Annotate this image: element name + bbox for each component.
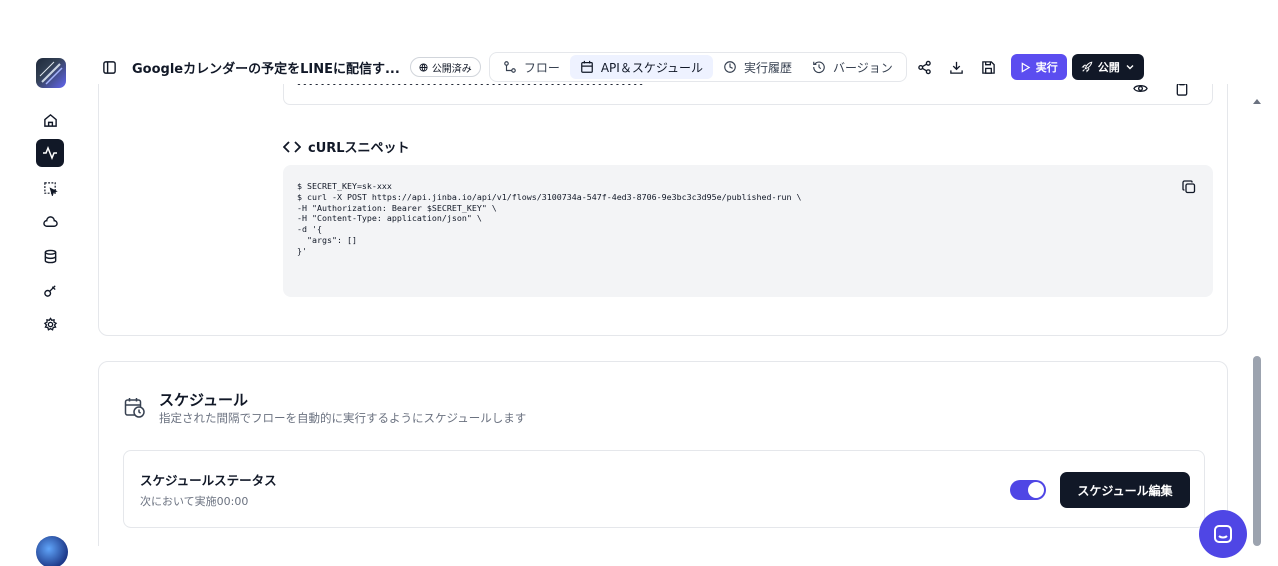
download-icon	[950, 61, 964, 74]
run-button-label: 実行	[1035, 61, 1058, 74]
schedule-status-box: スケジュールステータス 次において実施00:00 スケジュール編集	[123, 450, 1205, 528]
schedule-toggle[interactable]	[1010, 480, 1046, 500]
support-chat-button[interactable]	[1199, 510, 1247, 558]
key-icon[interactable]	[36, 276, 64, 304]
rocket-icon	[1081, 61, 1093, 73]
secret-key-value: ••••••••••••••••••••••••••••••••••••••••…	[296, 84, 645, 90]
save-button[interactable]	[975, 53, 1003, 81]
calendar-icon	[580, 60, 593, 73]
scrollbar-thumb[interactable]	[1253, 356, 1261, 546]
play-icon	[1021, 61, 1031, 73]
tab-flow-label: フロー	[523, 60, 560, 75]
tab-api-schedule[interactable]: API＆スケジュール	[569, 55, 713, 79]
copy-icon	[1182, 180, 1196, 194]
curl-heading: cURLスニペット	[283, 137, 410, 156]
run-button[interactable]: 実行	[1010, 54, 1067, 80]
edit-schedule-button[interactable]: スケジュール編集	[1060, 472, 1190, 508]
user-avatar[interactable]	[36, 536, 68, 566]
tab-run-history[interactable]: 実行履歴	[713, 55, 802, 79]
app-logo[interactable]	[36, 58, 66, 88]
secret-key-field[interactable]: ••••••••••••••••••••••••••••••••••••••••…	[283, 84, 1213, 105]
schedule-title: スケジュール	[159, 391, 248, 409]
top-bar: Googleカレンダーの予定をLINEに配信す... 公開済み フロー API＆…	[90, 50, 1260, 84]
tab-flow[interactable]: フロー	[493, 55, 570, 79]
publish-button-label: 公開	[1097, 61, 1120, 74]
app-window: Googleカレンダーの予定をLINEに配信す... 公開済み フロー API＆…	[0, 0, 1278, 566]
schedule-status-title: スケジュールステータス	[140, 473, 277, 488]
curl-code: $ SECRET_KEY=sk-xxx $ curl -X POST https…	[297, 181, 802, 256]
schedule-description: 指定された間隔でフローを自動的に実行するようにスケジュールします	[159, 411, 527, 425]
view-tabs: フロー API＆スケジュール 実行履歴 バージョン	[488, 52, 907, 82]
clipboard-icon	[1176, 84, 1188, 96]
copy-secret-button[interactable]	[1170, 84, 1194, 100]
globe-icon	[419, 62, 428, 72]
chevron-down-icon	[1126, 65, 1134, 70]
activity-icon[interactable]	[36, 139, 64, 167]
published-badge-label: 公開済み	[431, 63, 472, 75]
api-card: ••••••••••••••••••••••••••••••••••••••••…	[98, 84, 1228, 336]
copy-code-button[interactable]	[1179, 177, 1199, 197]
left-sidebar	[22, 50, 78, 566]
home-icon[interactable]	[36, 106, 64, 134]
flow-icon	[503, 61, 516, 73]
save-icon	[982, 60, 996, 74]
schedule-next-run: 次において実施00:00	[140, 495, 249, 508]
curl-code-block: $ SECRET_KEY=sk-xxx $ curl -X POST https…	[283, 165, 1213, 297]
publish-button[interactable]: 公開	[1071, 54, 1144, 80]
tab-api-schedule-label: API＆スケジュール	[600, 60, 703, 75]
eye-icon	[1132, 84, 1148, 92]
share-button[interactable]	[911, 53, 939, 81]
settings-icon[interactable]	[36, 310, 64, 338]
select-icon[interactable]	[36, 174, 64, 202]
history-icon	[813, 61, 825, 74]
main-content: ••••••••••••••••••••••••••••••••••••••••…	[90, 84, 1248, 546]
share-icon	[918, 60, 932, 74]
tab-run-history-label: 実行履歴	[743, 60, 792, 75]
calendar-clock-icon	[123, 396, 147, 420]
published-badge: 公開済み	[409, 57, 481, 77]
flow-title[interactable]: Googleカレンダーの予定をLINEに配信す...	[132, 58, 400, 77]
show-secret-button[interactable]	[1128, 84, 1152, 100]
tab-versions[interactable]: バージョン	[802, 55, 903, 79]
database-icon[interactable]	[36, 242, 64, 270]
tab-versions-label: バージョン	[833, 60, 893, 75]
scroll-up-arrow[interactable]	[1252, 92, 1262, 104]
schedule-card: スケジュール 指定された間隔でフローを自動的に実行するようにスケジュールします …	[98, 361, 1228, 546]
download-button[interactable]	[943, 53, 971, 81]
code-icon	[283, 140, 301, 153]
schedule-toggle-knob	[1028, 482, 1044, 498]
sidebar-toggle-icon[interactable]	[96, 54, 122, 80]
cloud-icon[interactable]	[36, 208, 64, 236]
curl-heading-label: cURLスニペット	[308, 141, 410, 156]
clock-icon	[724, 61, 736, 73]
chat-icon	[1214, 525, 1232, 543]
